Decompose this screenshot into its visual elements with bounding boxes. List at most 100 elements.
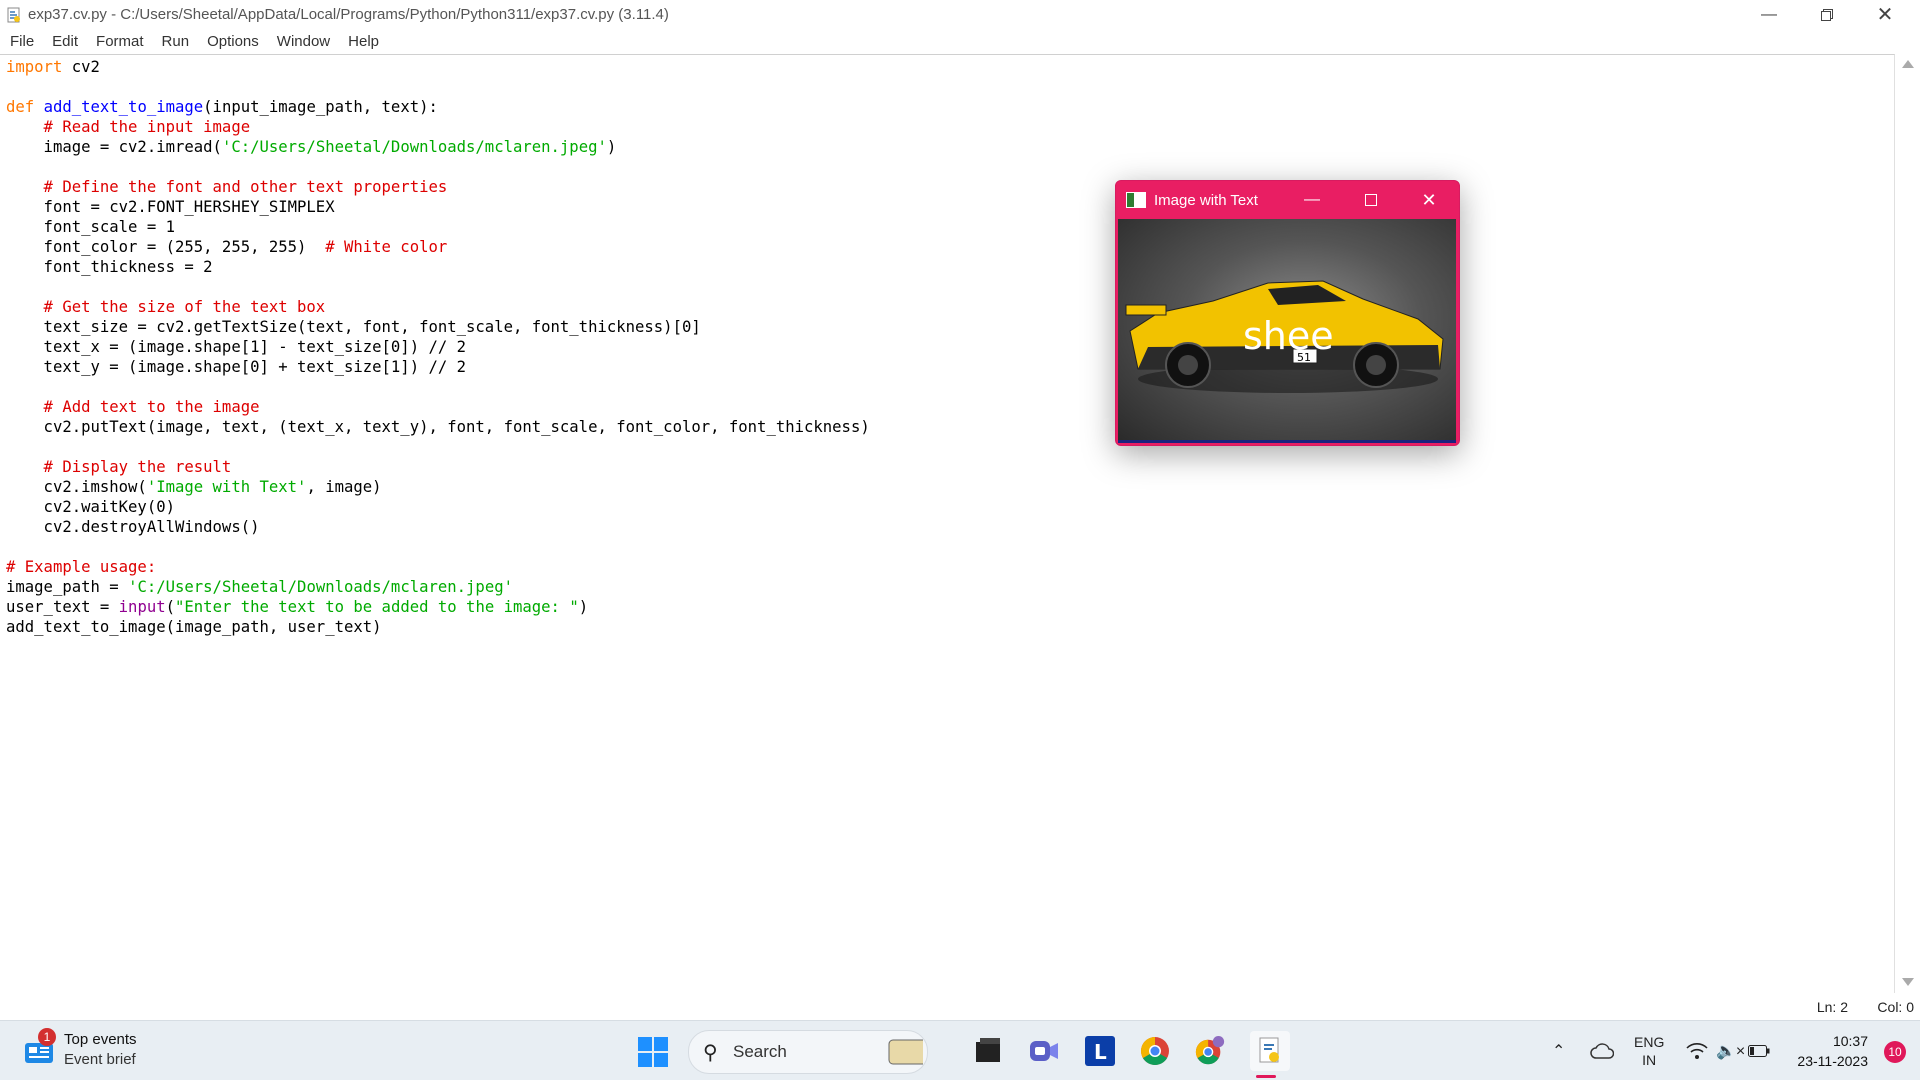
region-code: IN bbox=[1642, 1052, 1657, 1068]
column-number: Col: 0 bbox=[1877, 999, 1914, 1015]
code-editor[interactable]: import cv2 def add_text_to_image(input_i… bbox=[0, 54, 1895, 994]
taskbar-file-explorer[interactable] bbox=[972, 1035, 1004, 1067]
teams-meet-icon bbox=[1030, 1041, 1058, 1061]
svg-text:L: L bbox=[1094, 1040, 1107, 1064]
vertical-scrollbar[interactable] bbox=[1896, 54, 1920, 992]
code-token: (input_image_path, text): bbox=[203, 98, 438, 116]
window-title: exp37.cv.py - C:/Users/Sheetal/AppData/L… bbox=[28, 6, 669, 23]
search-placeholder: Search bbox=[733, 1042, 787, 1061]
maximize-icon bbox=[1365, 194, 1377, 206]
code-comment: # Example usage: bbox=[6, 558, 157, 576]
status-bar: Ln: 2 Col: 0 bbox=[0, 993, 1920, 1020]
menu-help[interactable]: Help bbox=[348, 33, 379, 50]
image-window-close-button[interactable]: ✕ bbox=[1400, 181, 1458, 219]
code-text: import cv2 def add_text_to_image(input_i… bbox=[6, 57, 870, 637]
taskbar-teams[interactable] bbox=[1028, 1035, 1060, 1067]
code-token: image = cv2.imread( bbox=[6, 138, 222, 156]
news-badge: 1 bbox=[38, 1028, 56, 1046]
widgets-button[interactable]: 1 bbox=[22, 1028, 58, 1069]
tray-battery[interactable] bbox=[1748, 1021, 1770, 1080]
image-window-edge bbox=[1118, 440, 1456, 443]
code-token: , image) bbox=[306, 478, 382, 496]
car-photo: 51 shee bbox=[1118, 219, 1456, 441]
code-line: font_scale = 1 bbox=[6, 218, 175, 236]
menu-options[interactable]: Options bbox=[207, 33, 259, 50]
scroll-down-icon[interactable] bbox=[1902, 978, 1914, 986]
language-indicator[interactable]: ENG IN bbox=[1634, 1033, 1664, 1069]
code-token: ( bbox=[165, 598, 176, 616]
restore-icon bbox=[1821, 8, 1833, 21]
menu-window[interactable]: Window bbox=[277, 33, 330, 50]
code-token: image_path = bbox=[6, 578, 129, 596]
code-token: font_color = (255, 255, 255) bbox=[6, 238, 326, 256]
taskbar-l-app[interactable]: L bbox=[1084, 1035, 1116, 1067]
code-line: text_size = cv2.getTextSize(text, font, … bbox=[6, 318, 701, 336]
overlay-text: shee bbox=[1243, 314, 1334, 358]
menu-format[interactable]: Format bbox=[96, 33, 144, 50]
code-comment: # Define the font and other text propert… bbox=[6, 178, 448, 196]
scroll-up-icon[interactable] bbox=[1902, 60, 1914, 68]
code-comment: # Get the size of the text box bbox=[6, 298, 326, 316]
code-token: ) bbox=[606, 138, 617, 156]
image-window-title: Image with Text bbox=[1154, 191, 1258, 209]
clock-date: 23-11-2023 bbox=[1797, 1053, 1868, 1069]
news-subtitle[interactable]: Event brief bbox=[64, 1051, 136, 1068]
tray-volume[interactable]: 🔈× bbox=[1716, 1021, 1745, 1080]
code-token: cv2.imshow( bbox=[6, 478, 147, 496]
title-bar: exp37.cv.py - C:/Users/Sheetal/AppData/L… bbox=[0, 0, 1920, 29]
code-comment: # White color bbox=[325, 238, 448, 256]
notification-badge[interactable]: 10 bbox=[1884, 1041, 1906, 1063]
menu-run[interactable]: Run bbox=[162, 33, 190, 50]
tray-onedrive[interactable] bbox=[1590, 1021, 1614, 1080]
image-window-minimize-button[interactable]: — bbox=[1283, 181, 1341, 219]
code-token: ) bbox=[578, 598, 589, 616]
clock[interactable]: 10:37 23-11-2023 bbox=[1797, 1031, 1868, 1071]
start-button[interactable] bbox=[638, 1037, 668, 1067]
code-line: text_x = (image.shape[1] - text_size[0])… bbox=[6, 338, 467, 356]
code-line: text_y = (image.shape[0] + text_size[1])… bbox=[6, 358, 467, 376]
news-title[interactable]: Top events bbox=[64, 1031, 137, 1048]
python-file-icon bbox=[7, 7, 20, 22]
code-string: "Enter the text to be added to the image… bbox=[175, 598, 579, 616]
minimize-button[interactable]: — bbox=[1740, 0, 1798, 29]
restore-button[interactable] bbox=[1798, 0, 1856, 29]
image-window[interactable]: Image with Text — ✕ 51 shee bbox=[1115, 180, 1460, 446]
code-token: def bbox=[6, 98, 35, 116]
close-button[interactable]: ✕ bbox=[1856, 0, 1914, 29]
python-idle-icon bbox=[1259, 1037, 1279, 1063]
battery-icon bbox=[1748, 1045, 1770, 1057]
clock-time: 10:37 bbox=[1832, 1033, 1868, 1049]
close-icon: ✕ bbox=[1421, 189, 1437, 210]
chrome-icon bbox=[1141, 1037, 1169, 1065]
taskbar-chrome-profile[interactable] bbox=[1194, 1035, 1226, 1067]
menu-file[interactable]: File bbox=[10, 33, 34, 50]
line-number: Ln: 2 bbox=[1816, 999, 1848, 1015]
minimize-icon: — bbox=[1761, 5, 1777, 23]
volume-muted-icon: 🔈× bbox=[1716, 1043, 1746, 1060]
code-builtin: input bbox=[118, 598, 166, 616]
taskbar: 1 Top events Event brief ⚲ Search L ⌃ EN… bbox=[0, 1020, 1920, 1080]
code-string: 'Image with Text' bbox=[146, 478, 307, 496]
file-explorer-icon bbox=[976, 1038, 1000, 1062]
code-line: font_thickness = 2 bbox=[6, 258, 213, 276]
code-token: cv2 bbox=[62, 58, 100, 76]
code-token: user_text = bbox=[6, 598, 119, 616]
language-code: ENG bbox=[1634, 1034, 1665, 1050]
tray-network[interactable] bbox=[1686, 1021, 1708, 1080]
image-window-maximize-button[interactable] bbox=[1342, 181, 1400, 219]
code-token: import bbox=[6, 58, 63, 76]
search-highlight-icon bbox=[888, 1039, 923, 1065]
code-comment: # Display the result bbox=[6, 458, 232, 476]
taskbar-python-idle[interactable] bbox=[1250, 1031, 1290, 1071]
code-string: 'C:/Users/Sheetal/Downloads/mclaren.jpeg… bbox=[128, 578, 513, 596]
code-token: add_text_to_image bbox=[43, 98, 204, 116]
tray-overflow-button[interactable]: ⌃ bbox=[1552, 1021, 1565, 1080]
chrome-profile-icon bbox=[1195, 1035, 1225, 1065]
code-comment: # Add text to the image bbox=[6, 398, 260, 416]
taskbar-chrome[interactable] bbox=[1139, 1035, 1171, 1067]
active-app-indicator bbox=[1256, 1075, 1276, 1078]
menu-edit[interactable]: Edit bbox=[52, 33, 78, 50]
image-window-icon bbox=[1126, 192, 1146, 208]
taskbar-search[interactable]: ⚲ Search bbox=[688, 1030, 928, 1074]
chevron-up-icon: ⌃ bbox=[1552, 1043, 1566, 1060]
